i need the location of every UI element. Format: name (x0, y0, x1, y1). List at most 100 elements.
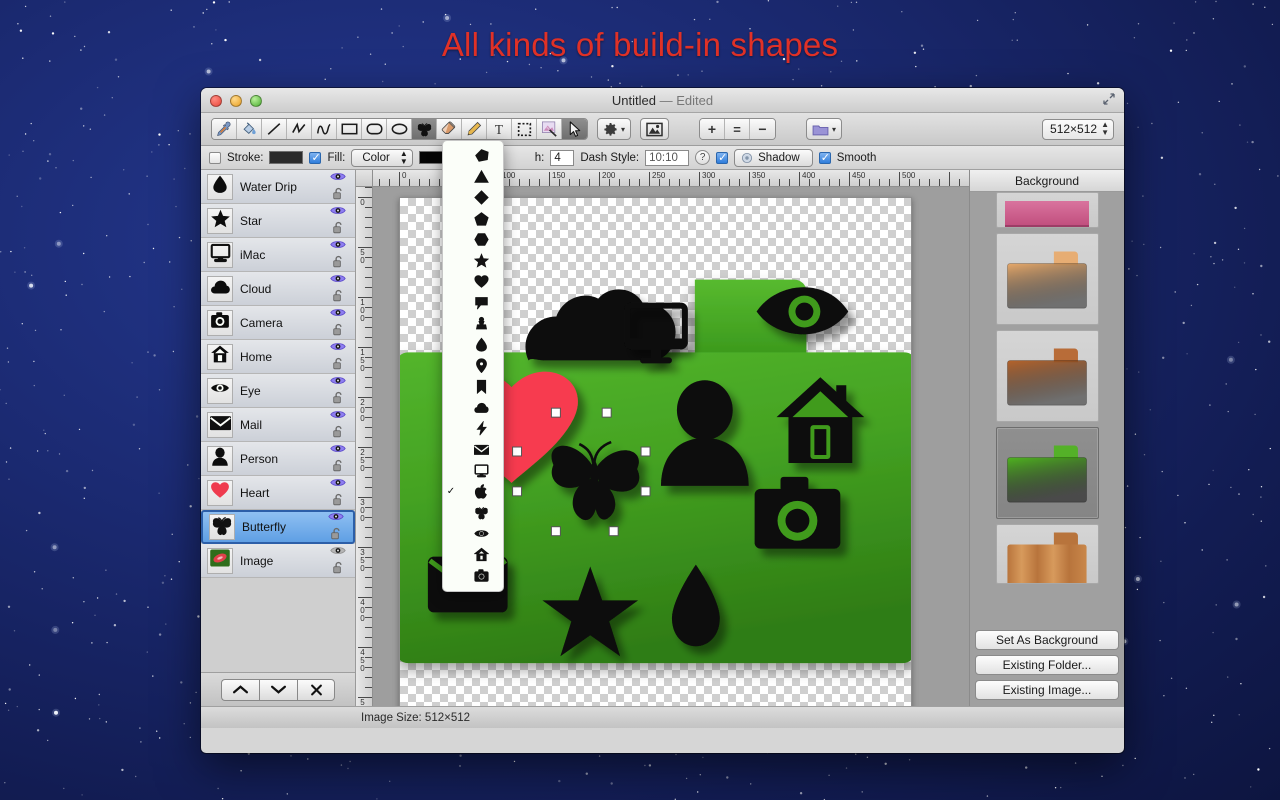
stroke-checkbox[interactable] (209, 152, 221, 164)
window-zoom-button[interactable] (250, 95, 262, 107)
apple-shape[interactable]: ✓ (443, 481, 503, 502)
layer-visibility-toggle[interactable] (330, 373, 346, 391)
layer-row[interactable]: Home (201, 340, 355, 374)
layer-row[interactable]: Mail (201, 408, 355, 442)
zoom-out-button[interactable]: − (750, 119, 775, 139)
layer-row[interactable]: Person (201, 442, 355, 476)
shadow-checkbox[interactable] (716, 152, 728, 164)
speech-bubble-shape[interactable] (443, 292, 503, 313)
text-tool[interactable]: T (487, 119, 512, 139)
water-drip-shape[interactable] (443, 334, 503, 355)
layer-lock-toggle[interactable] (333, 493, 344, 511)
mail-shape[interactable] (443, 439, 503, 460)
polyline-tool[interactable] (287, 119, 312, 139)
layer-visibility-toggle[interactable] (330, 305, 346, 323)
shape-dropdown-menu[interactable]: ✓ (442, 140, 504, 592)
camera-shape[interactable] (443, 565, 503, 586)
fullscreen-icon[interactable] (1102, 93, 1116, 107)
cloud-shape[interactable] (443, 397, 503, 418)
blob-shape[interactable] (443, 145, 503, 166)
layer-visibility-toggle[interactable] (330, 407, 346, 425)
rectangle-tool[interactable] (337, 119, 362, 139)
settings-menu-button[interactable]: ▾ (597, 118, 631, 140)
map-pin-shape[interactable] (443, 355, 503, 376)
shape-tool[interactable] (412, 119, 437, 139)
marquee-select-tool[interactable] (512, 119, 537, 139)
ruler-label: 50 (358, 249, 367, 265)
move-layer-down-button[interactable] (259, 679, 297, 701)
dash-style-field[interactable]: 10:10 (645, 150, 689, 166)
layer-visibility-toggle[interactable] (330, 475, 346, 493)
window-minimize-button[interactable] (230, 95, 242, 107)
heart-shape[interactable] (443, 271, 503, 292)
layer-visibility-toggle[interactable] (330, 543, 346, 561)
canvas-size-stepper[interactable]: 512×512 ▲▼ (1042, 119, 1114, 140)
line-tool[interactable] (262, 119, 287, 139)
smooth-checkbox[interactable] (819, 152, 831, 164)
set-as-background-button[interactable]: Set As Background (975, 630, 1119, 650)
help-button[interactable]: ? (695, 150, 710, 165)
brown-folder-thumb[interactable] (996, 330, 1099, 422)
layer-row[interactable]: Cloud (201, 272, 355, 306)
pink-folder-thumb[interactable] (996, 192, 1099, 228)
paint-bucket-tool[interactable] (237, 119, 262, 139)
layer-visibility-toggle[interactable] (328, 509, 344, 527)
layer-visibility-toggle[interactable] (330, 339, 346, 357)
delete-layer-button[interactable] (297, 679, 335, 701)
eyedropper-tool[interactable] (212, 119, 237, 139)
rounded-rectangle-tool[interactable] (362, 119, 387, 139)
home-shape[interactable] (443, 544, 503, 565)
diamond-shape[interactable] (443, 187, 503, 208)
folder-template-menu-button[interactable]: ▾ (806, 118, 842, 140)
green-folder-thumb[interactable] (996, 427, 1099, 519)
eye-shape[interactable] (443, 523, 503, 544)
imac-shape[interactable] (443, 460, 503, 481)
hexagon-shape[interactable] (443, 229, 503, 250)
fill-mode-popup[interactable]: Color ▲▼ (351, 149, 412, 167)
layer-row[interactable]: Star (201, 204, 355, 238)
fill-checkbox[interactable] (309, 152, 321, 164)
wood-folder-thumb[interactable] (996, 524, 1099, 584)
pencil-tool[interactable] (462, 119, 487, 139)
layer-row[interactable]: Eye (201, 374, 355, 408)
layer-row[interactable]: iMac (201, 238, 355, 272)
zoom-in-button[interactable]: + (700, 119, 725, 139)
layer-visibility-toggle[interactable] (330, 203, 346, 221)
stroke-color-swatch[interactable] (269, 151, 303, 164)
existing-folder-button[interactable]: Existing Folder... (975, 655, 1119, 675)
bolt-shape[interactable] (443, 418, 503, 439)
layer-row[interactable]: Image (201, 544, 355, 578)
curve-tool[interactable] (312, 119, 337, 139)
pentagon-shape[interactable] (443, 208, 503, 229)
pawn-shape[interactable] (443, 313, 503, 334)
layer-visibility-toggle[interactable] (330, 271, 346, 289)
image-effects-button[interactable] (640, 118, 669, 140)
triangle-shape[interactable] (443, 166, 503, 187)
layer-row[interactable]: Camera (201, 306, 355, 340)
layer-list[interactable]: Water DripStariMacCloudCameraHomeEyeMail… (201, 170, 355, 672)
shadow-settings-button[interactable]: Shadow (734, 149, 813, 167)
bookmark-shape[interactable] (443, 376, 503, 397)
star-shape[interactable] (443, 250, 503, 271)
zoom-in-label: + (708, 121, 716, 137)
magic-wand-tool[interactable] (537, 119, 562, 139)
layer-lock-toggle[interactable] (333, 561, 344, 579)
pointer-tool[interactable] (562, 119, 587, 139)
stepper-arrows-icon[interactable]: ▲▼ (1101, 121, 1109, 137)
layer-visibility-toggle[interactable] (330, 237, 346, 255)
move-layer-up-button[interactable] (221, 679, 259, 701)
window-close-button[interactable] (210, 95, 222, 107)
existing-image-button[interactable]: Existing Image... (975, 680, 1119, 700)
butterfly-shape[interactable] (443, 502, 503, 523)
background-thumb-list[interactable] (970, 192, 1124, 626)
layer-row[interactable]: Water Drip (201, 170, 355, 204)
layer-visibility-toggle[interactable] (330, 170, 346, 187)
tan-folder-thumb[interactable] (996, 233, 1099, 325)
eraser-tool[interactable] (437, 119, 462, 139)
stroke-width-field[interactable]: 4 (550, 150, 574, 166)
zoom-fit-button[interactable]: = (725, 119, 750, 139)
layer-row[interactable]: Butterfly (201, 510, 355, 544)
ellipse-tool[interactable] (387, 119, 412, 139)
layer-visibility-toggle[interactable] (330, 441, 346, 459)
layer-row[interactable]: Heart (201, 476, 355, 510)
